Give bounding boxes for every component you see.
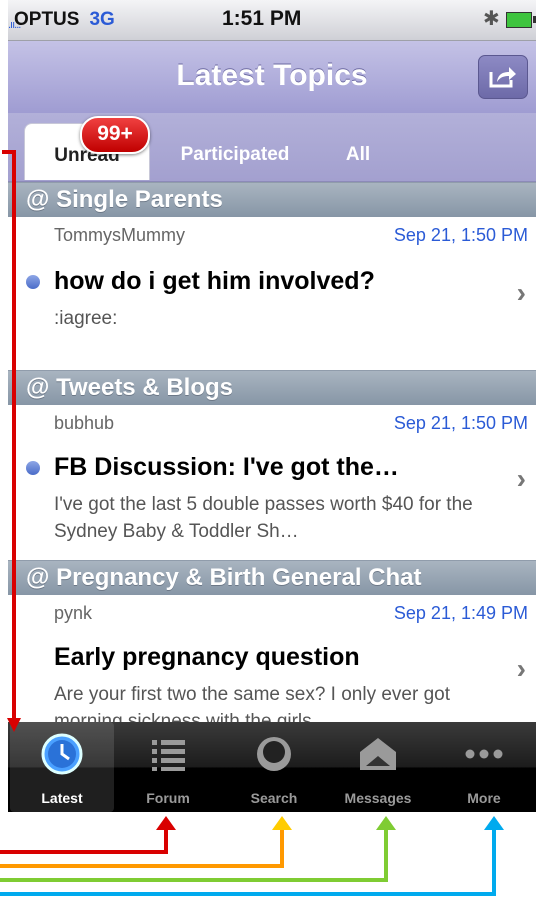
red-arrowhead: [156, 816, 176, 830]
green-arrowhead: [376, 816, 396, 830]
blue-arrow-line: [0, 828, 496, 896]
orange-arrowhead: [272, 816, 292, 830]
red-arrow-line: [0, 828, 168, 854]
blue-arrowhead: [484, 816, 504, 830]
orange-arrow-line: [0, 828, 284, 868]
red-arrow-line: [2, 150, 16, 722]
annotation-arrows: [0, 150, 504, 896]
red-arrowhead: [7, 718, 21, 732]
